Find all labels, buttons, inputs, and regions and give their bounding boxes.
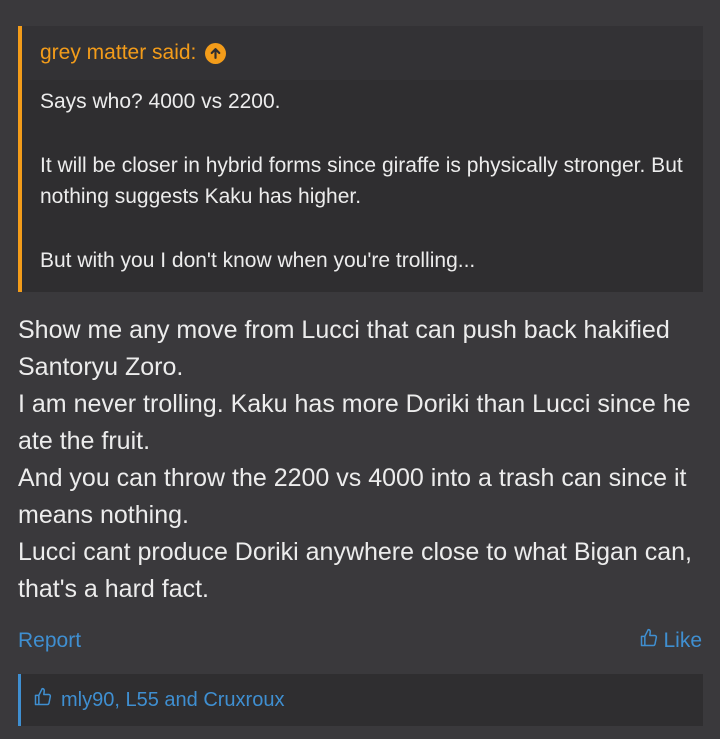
quote-block: grey matter said: Says who? 4000 vs 2200… <box>18 26 703 292</box>
post-line: I am never trolling. Kaku has more Dorik… <box>18 390 691 455</box>
thumbs-up-icon <box>639 628 659 654</box>
report-link[interactable]: Report <box>18 629 81 653</box>
quote-line: It will be closer in hybrid forms since … <box>40 154 683 208</box>
post-line: And you can throw the 2200 vs 4000 into … <box>18 464 687 529</box>
quote-line: Says who? 4000 vs 2200. <box>40 90 281 113</box>
post-body: Show me any move from Lucci that can pus… <box>18 312 708 608</box>
likers-list[interactable]: mly90, L55 and Cruxroux <box>61 689 284 712</box>
like-label: Like <box>663 629 702 652</box>
arrow-up-icon[interactable] <box>205 42 227 64</box>
like-button[interactable]: Like <box>639 628 702 654</box>
post-actions: Report Like <box>18 624 702 658</box>
thumbs-up-icon <box>33 687 53 713</box>
quote-header[interactable]: grey matter said: <box>22 26 703 80</box>
quote-body: Says who? 4000 vs 2200. It will be close… <box>40 86 685 276</box>
post-line: Lucci cant produce Doriki anywhere close… <box>18 538 692 603</box>
likes-summary: mly90, L55 and Cruxroux <box>18 674 703 726</box>
post-line: Show me any move from Lucci that can pus… <box>18 316 670 381</box>
quote-author[interactable]: grey matter said: <box>40 41 196 65</box>
quote-line: But with you I don't know when you're tr… <box>40 249 476 272</box>
